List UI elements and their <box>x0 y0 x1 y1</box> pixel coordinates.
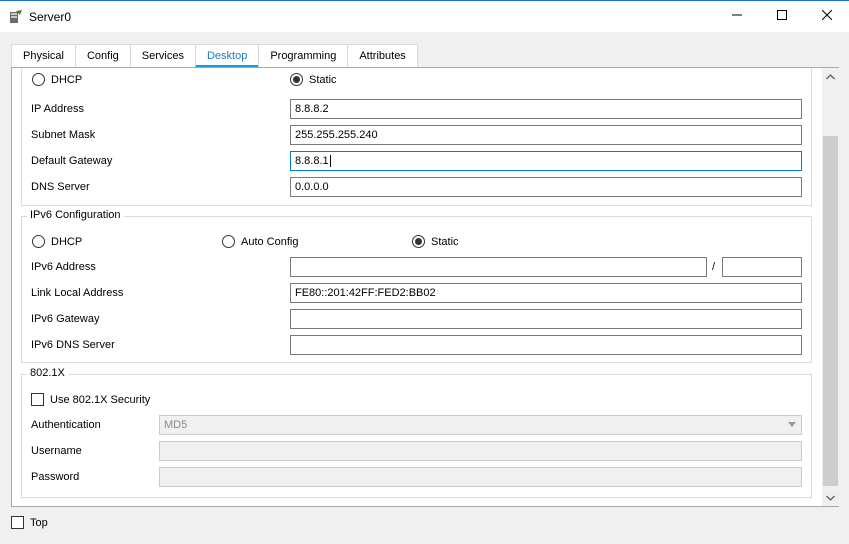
ipv6-dns-server-field[interactable] <box>290 335 802 355</box>
ipv6-auto-config-label: Auto Config <box>241 235 299 248</box>
scrollbar-thumb[interactable] <box>823 136 838 486</box>
ipv6-gateway-field[interactable] <box>290 309 802 329</box>
tab-programming[interactable]: Programming <box>258 44 349 68</box>
tab-config[interactable]: Config <box>74 44 131 68</box>
group-border <box>22 216 811 217</box>
maximize-icon <box>777 10 787 23</box>
ipv6-dhcp-radio[interactable]: DHCP <box>32 235 82 248</box>
checkbox-icon <box>11 516 24 529</box>
scroll-up-button[interactable] <box>822 68 839 85</box>
ipv6-legend: IPv6 Configuration <box>27 209 124 221</box>
tab-services[interactable]: Services <box>129 44 196 68</box>
radio-button-checked-icon <box>412 235 425 248</box>
ipv6-prefix-field[interactable] <box>722 257 802 277</box>
ipv4-static-label: Static <box>309 73 337 86</box>
vertical-scrollbar[interactable] <box>822 68 839 506</box>
password-field[interactable] <box>159 467 802 487</box>
server-icon <box>8 9 24 25</box>
use-8021x-security-checkbox[interactable]: Use 802.1X Security <box>31 393 150 406</box>
close-button[interactable] <box>804 1 849 32</box>
chevron-up-icon <box>826 71 835 83</box>
dns-server-field[interactable]: 0.0.0.0 <box>290 177 802 197</box>
link-local-address-field[interactable]: FE80::201:42FF:FED2:BB02 <box>290 283 802 303</box>
ipv6-address-label: IPv6 Address <box>31 261 96 273</box>
authentication-value: MD5 <box>164 419 188 431</box>
use-8021x-security-label: Use 802.1X Security <box>50 393 151 406</box>
ipv6-dhcp-label: DHCP <box>51 235 83 248</box>
link-local-address-label: Link Local Address <box>31 287 124 299</box>
ipv6-address-field[interactable] <box>290 257 707 277</box>
top-label: Top <box>30 516 48 529</box>
default-gateway-field[interactable]: 8.8.8.1 <box>290 151 802 171</box>
ip-address-label: IP Address <box>31 103 84 115</box>
minimize-icon <box>732 10 742 23</box>
ipv4-dhcp-label: DHCP <box>51 73 83 86</box>
panel-content: DHCP Static IP Address 8.8.8.2 Subnet Ma… <box>12 68 820 506</box>
title-bar: Server0 <box>0 0 849 32</box>
tab-physical[interactable]: Physical <box>11 44 76 68</box>
subnet-mask-label: Subnet Mask <box>31 129 96 141</box>
radio-button-icon <box>32 73 45 86</box>
ipv6-static-label: Static <box>431 235 459 248</box>
group-border <box>22 374 811 375</box>
subnet-mask-field[interactable]: 255.255.255.240 <box>290 125 802 145</box>
chevron-down-icon <box>788 422 796 427</box>
password-label: Password <box>31 471 80 483</box>
radio-button-icon <box>222 235 235 248</box>
authentication-label: Authentication <box>31 419 101 431</box>
ipv6-static-radio[interactable]: Static <box>412 235 459 248</box>
tab-bar: Physical Config Services Desktop Program… <box>11 44 418 68</box>
window-title: Server0 <box>29 10 72 24</box>
default-gateway-label: Default Gateway <box>31 155 113 167</box>
ip-address-field[interactable]: 8.8.8.2 <box>290 99 802 119</box>
minimize-button[interactable] <box>714 1 760 32</box>
default-gateway-value: 8.8.8.1 <box>295 155 329 167</box>
username-field[interactable] <box>159 441 802 461</box>
ipv4-static-radio[interactable]: Static <box>290 73 337 86</box>
maximize-button[interactable] <box>759 1 805 32</box>
prefix-separator: / <box>712 261 716 273</box>
ipv6-gateway-label: IPv6 Gateway <box>31 313 100 325</box>
tab-attributes[interactable]: Attributes <box>347 44 418 68</box>
tab-desktop[interactable]: Desktop <box>194 44 260 68</box>
ipv4-dhcp-radio[interactable]: DHCP <box>32 73 82 86</box>
radio-button-icon <box>32 235 45 248</box>
server0-window: Server0 Physical Config Services Desktop… <box>0 0 849 544</box>
scroll-down-button[interactable] <box>822 489 839 506</box>
dns-server-label: DNS Server <box>31 181 90 193</box>
text-cursor <box>329 155 331 168</box>
ip-configuration-panel: DHCP Static IP Address 8.8.8.2 Subnet Ma… <box>11 67 839 507</box>
username-label: Username <box>31 445 82 457</box>
checkbox-icon <box>31 393 44 406</box>
chevron-down-icon <box>826 492 835 504</box>
dot1x-legend: 802.1X <box>27 367 68 379</box>
authentication-select[interactable]: MD5 <box>159 415 802 435</box>
top-checkbox[interactable]: Top <box>11 516 48 529</box>
close-icon <box>821 9 833 23</box>
ipv6-auto-config-radio[interactable]: Auto Config <box>222 235 298 248</box>
radio-button-checked-icon <box>290 73 303 86</box>
ipv6-dns-server-label: IPv6 DNS Server <box>31 339 115 351</box>
